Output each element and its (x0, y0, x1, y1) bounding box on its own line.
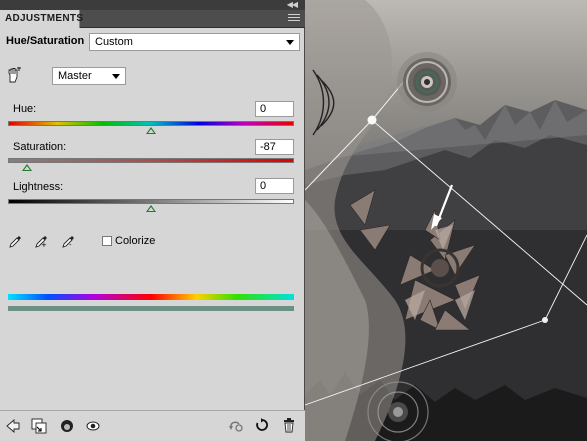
eyedropper-icon[interactable] (9, 234, 23, 248)
output-spectrum-bar (8, 306, 294, 311)
eyedropper-add-icon[interactable]: + (35, 234, 49, 249)
svg-text:+: + (41, 241, 47, 248)
colorize-checkbox[interactable] (102, 236, 112, 246)
channel-value: Master (58, 70, 92, 82)
preset-value: Custom (95, 36, 133, 48)
hue-slider-thumb[interactable] (146, 127, 156, 134)
adjustment-title: Hue/Saturation (6, 35, 85, 47)
tab-adjustments[interactable]: ADJUSTMENTS (0, 10, 83, 28)
saturation-label: Saturation: (13, 141, 67, 153)
colorize-label: Colorize (115, 235, 156, 247)
lightness-field[interactable]: 0 (255, 178, 294, 194)
collapse-panel-icon[interactable]: ◀◀ (287, 0, 298, 10)
adjustments-panel: ◀◀ ADJUSTMENTS Hue/Saturation Custom Mas… (0, 0, 305, 441)
preset-dropdown[interactable]: Custom (89, 33, 300, 51)
hue-field[interactable]: 0 (255, 101, 294, 117)
visibility-mask-icon[interactable] (60, 419, 74, 433)
hue-label: Hue: (13, 103, 37, 115)
back-arrow-icon[interactable] (6, 419, 20, 433)
lightness-slider[interactable] (8, 199, 294, 204)
chevron-down-icon (286, 40, 294, 45)
panel-top-strip: ◀◀ (0, 0, 305, 10)
saturation-slider-thumb[interactable] (21, 164, 32, 171)
eye-icon[interactable] (86, 421, 100, 431)
hue-slider[interactable] (8, 121, 294, 126)
reset-icon[interactable] (255, 418, 269, 432)
eyedropper-subtract-icon[interactable]: - (62, 234, 76, 249)
canvas-artwork (305, 0, 587, 441)
panel-menu-icon[interactable] (288, 14, 300, 23)
lightness-label: Lightness: (13, 181, 64, 193)
panel-footer (0, 410, 305, 441)
clip-to-layer-icon[interactable] (31, 418, 47, 434)
channel-dropdown[interactable]: Master (52, 67, 126, 85)
chevron-down-icon (112, 74, 120, 79)
svg-text:-: - (69, 241, 72, 248)
saturation-slider[interactable] (8, 158, 294, 163)
input-spectrum-bar (8, 294, 294, 300)
trash-icon[interactable] (283, 418, 295, 433)
saturation-field[interactable]: -87 (255, 139, 294, 155)
targeted-adjustment-hand-icon[interactable] (6, 67, 22, 83)
lightness-slider-thumb[interactable] (146, 205, 156, 212)
panel-tab-bar: ADJUSTMENTS (0, 10, 305, 28)
previous-state-icon[interactable] (228, 419, 244, 433)
